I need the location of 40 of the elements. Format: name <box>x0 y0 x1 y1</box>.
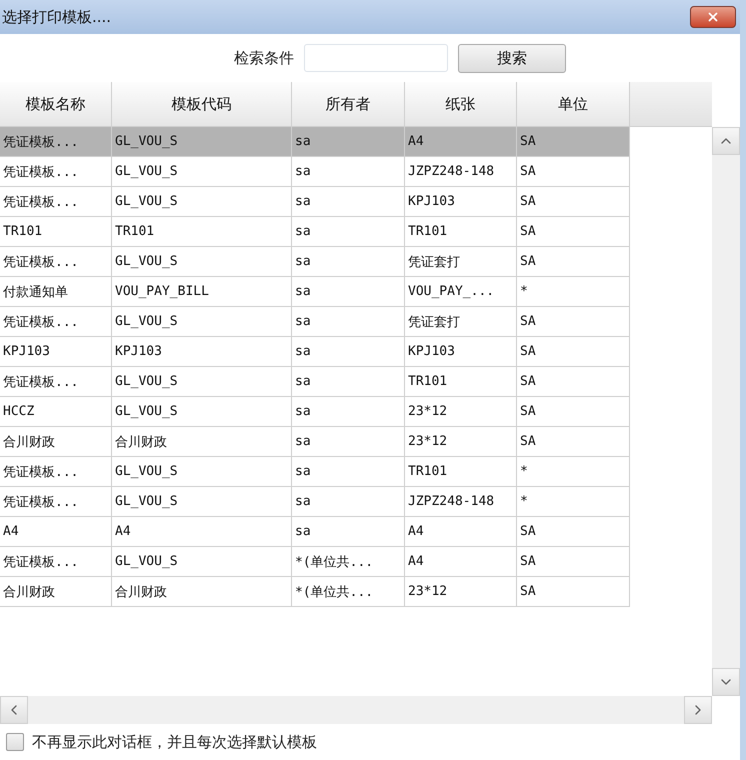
checkbox-label: 不再显示此对话框，并且每次选择默认模板 <box>32 732 317 752</box>
table-row[interactable]: 凭证模板... GL_VOU_S *(单位共... A4 SA <box>0 547 630 577</box>
table-row[interactable]: 凭证模板... GL_VOU_S sa 凭证套打 SA <box>0 247 630 277</box>
search-label: 检索条件 <box>234 48 294 68</box>
scroll-right-button[interactable] <box>684 696 712 724</box>
table-row[interactable]: 凭证模板... GL_VOU_S sa JZPZ248-148 SA <box>0 157 630 187</box>
window-title: 选择打印模板.... <box>2 8 112 26</box>
scroll-left-button[interactable] <box>0 696 28 724</box>
table-row[interactable]: 凭证模板... GL_VOU_S sa TR101 * <box>0 457 630 487</box>
table-row[interactable]: HCCZ GL_VOU_S sa 23*12 SA <box>0 397 630 427</box>
table-row[interactable]: 凭证模板... GL_VOU_S sa KPJ103 SA <box>0 187 630 217</box>
table-row[interactable]: 凭证模板... GL_VOU_S sa JZPZ248-148 * <box>0 487 630 517</box>
column-header[interactable]: 模板代码 <box>112 82 292 127</box>
table-row[interactable]: 凭证模板... GL_VOU_S sa TR101 SA <box>0 367 630 397</box>
table-cell: 合川财政 <box>112 577 292 607</box>
close-button[interactable] <box>690 6 736 28</box>
table-row[interactable]: A4 A4 sa A4 SA <box>0 517 630 547</box>
table-row[interactable]: 凭证模板... GL_VOU_S sa A4 SA <box>0 127 630 157</box>
table-row[interactable]: TR101 TR101 sa TR101 SA <box>0 217 630 247</box>
table-row[interactable]: 凭证模板... GL_VOU_S sa 凭证套打 SA <box>0 307 630 337</box>
table-cell: 合川财政 <box>0 577 112 607</box>
column-header[interactable]: 单位 <box>517 82 630 127</box>
scroll-up-button[interactable] <box>712 127 740 155</box>
table-row[interactable]: 合川财政 合川财政 *(单位共... 23*12 SA <box>0 577 630 607</box>
table-cell: *(单位共... <box>292 577 405 607</box>
search-field[interactable] <box>304 44 448 72</box>
table-row[interactable]: KPJ103 KPJ103 sa KPJ103 SA <box>0 337 630 367</box>
table-row[interactable]: 付款通知单 VOU_PAY_BILL sa VOU_PAY_... * <box>0 277 630 307</box>
column-header[interactable]: 模板名称 <box>0 82 112 127</box>
table-cell: SA <box>517 577 630 607</box>
horizontal-scrollbar[interactable] <box>0 696 712 724</box>
close-icon <box>706 10 720 24</box>
table-cell: 23*12 <box>405 577 517 607</box>
checkbox[interactable] <box>6 733 24 751</box>
column-header[interactable]: 纸张 <box>405 82 517 127</box>
vertical-scrollbar[interactable] <box>712 127 740 696</box>
search-button[interactable]: 搜索 <box>458 44 566 72</box>
column-header[interactable]: 所有者 <box>292 82 405 127</box>
table-row[interactable]: 合川财政 合川财政 sa 23*12 SA <box>0 427 630 457</box>
scroll-down-button[interactable] <box>712 668 740 696</box>
